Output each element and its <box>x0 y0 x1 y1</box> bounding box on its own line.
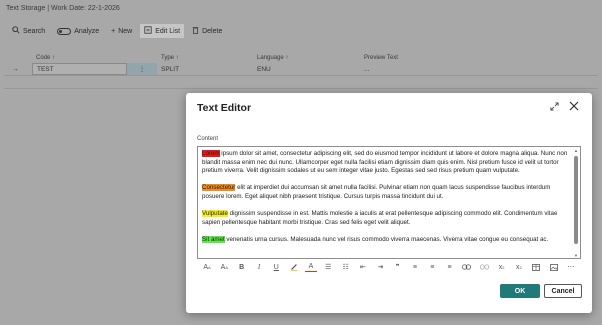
ok-button[interactable]: OK <box>500 284 540 298</box>
quote-icon[interactable]: ❞ <box>392 262 404 272</box>
superscript-icon[interactable]: x2 <box>496 262 508 272</box>
scroll-up-icon[interactable]: ▲ <box>574 149 578 153</box>
column-header-type[interactable]: Type ↑ <box>157 55 253 61</box>
column-header-preview-text[interactable]: Preview Text <box>360 55 598 61</box>
cell-code[interactable]: TEST <box>32 63 127 75</box>
highlighted-word: Sit amet <box>202 235 225 243</box>
cell-type[interactable]: SPLIT <box>157 66 253 73</box>
plus-icon: + <box>111 27 116 35</box>
paragraph-text: elit at imperdiet dui accumsan sit amet … <box>202 184 551 200</box>
font-size-icon[interactable]: AA <box>201 262 213 272</box>
paragraph-text: dignissim suspendisse in est. Mattis mol… <box>202 210 558 226</box>
cell-preview-text[interactable]: ... <box>360 66 598 73</box>
subscript-icon[interactable]: x2 <box>513 262 525 272</box>
delete-button[interactable]: Delete <box>188 24 226 38</box>
dialog-title-actions <box>548 100 580 112</box>
more-icon[interactable]: ⋯ <box>565 262 577 272</box>
paragraph-1: Lorem ipsum dolor sit amet, consectetur … <box>202 150 574 176</box>
paragraph-3: Vulputate dignissim suspendisse in est. … <box>202 210 574 227</box>
grid-header: Code ↑ Type ↑ Language ↑ Preview Text <box>4 52 598 63</box>
highlighted-word: Lorem <box>202 150 220 157</box>
outdent-icon[interactable]: ⇤ <box>357 262 369 272</box>
content-field-label: Content <box>197 136 219 142</box>
cell-language[interactable]: ENU <box>253 66 360 73</box>
search-label: Search <box>23 27 46 35</box>
font-color-icon[interactable]: A <box>304 262 317 272</box>
edit-list-label: Edit List <box>155 27 181 35</box>
trash-icon <box>192 26 199 36</box>
dialog-footer: OK Cancel <box>186 280 592 313</box>
dialog-title: Text Editor <box>197 102 252 114</box>
table-row[interactable]: → TEST ⋮ SPLIT ENU ... <box>4 63 598 76</box>
table-row-empty[interactable] <box>4 76 598 89</box>
indent-icon[interactable]: ⇥ <box>374 262 386 272</box>
page-title: Text Storage | Work Date: 22-1-2026 <box>6 5 120 12</box>
highlighted-word: Consectetur <box>202 184 236 192</box>
highlight-pen-icon[interactable] <box>288 262 300 272</box>
paragraph-text: ipsum dolor sit amet, consectetur adipis… <box>202 150 568 175</box>
scroll-down-icon[interactable]: ▼ <box>574 254 578 258</box>
search-button[interactable]: Search <box>8 24 49 38</box>
table-icon[interactable] <box>530 262 542 272</box>
formatting-toolbar: AA AA B I U A ☰ ☷ ⇤ ⇥ ❞ ≡ ≡ ≡ x2 x2 ⋯ <box>197 261 581 273</box>
expand-icon[interactable] <box>548 100 560 112</box>
bold-icon[interactable]: B <box>236 262 248 272</box>
editor-scrollbar[interactable]: ▲ ▼ <box>574 149 578 258</box>
action-bar: Search Analyze + New Edit List Delete <box>0 23 602 39</box>
editor-content-area[interactable]: Lorem ipsum dolor sit amet, consectetur … <box>202 150 574 257</box>
unlink-icon[interactable] <box>478 262 490 272</box>
highlighted-word: Vulputate <box>202 210 228 218</box>
link-icon[interactable] <box>461 262 473 272</box>
image-icon[interactable] <box>548 262 560 272</box>
analyze-toggle[interactable]: Analyze <box>53 24 103 38</box>
column-header-language[interactable]: Language ↑ <box>253 55 360 61</box>
bullet-list-icon[interactable]: ☰ <box>322 262 334 272</box>
close-icon[interactable] <box>568 100 580 112</box>
paragraph-text: venenatis urna cursus. Malesuada nunc ve… <box>224 235 549 243</box>
paragraph-2: Consectetur elit at imperdiet dui accums… <box>202 184 574 201</box>
toggle-switch-icon <box>57 27 72 35</box>
analyze-label: Analyze <box>74 27 100 35</box>
align-center-icon[interactable]: ≡ <box>426 262 438 272</box>
content-rich-text-editor[interactable]: Lorem ipsum dolor sit amet, consectetur … <box>197 146 581 259</box>
column-header-code[interactable]: Code ↑ <box>32 55 127 61</box>
new-button[interactable]: + New <box>107 24 136 38</box>
italic-icon[interactable]: I <box>253 262 265 272</box>
edit-list-icon <box>144 26 152 36</box>
row-selector-arrow-icon[interactable]: → <box>4 66 32 73</box>
cancel-button[interactable]: Cancel <box>544 284 582 298</box>
text-editor-dialog: Text Editor Content Lorem ipsum dolor si… <box>186 93 592 313</box>
delete-label: Delete <box>202 27 223 35</box>
search-icon <box>12 26 20 36</box>
scrollbar-thumb[interactable] <box>574 156 578 244</box>
text-storage-list: Code ↑ Type ↑ Language ↑ Preview Text → … <box>4 52 598 89</box>
align-right-icon[interactable]: ≡ <box>444 262 456 272</box>
row-actions-menu-icon[interactable]: ⋮ <box>127 63 157 75</box>
edit-list-button[interactable]: Edit List <box>140 24 185 38</box>
new-label: New <box>118 27 133 35</box>
align-left-icon[interactable]: ≡ <box>409 262 421 272</box>
underline-icon[interactable]: U <box>270 262 282 272</box>
font-size-increase-icon[interactable]: AA <box>218 262 230 272</box>
numbered-list-icon[interactable]: ☷ <box>340 262 352 272</box>
paragraph-4: Sit amet venenatis urna cursus. Malesuad… <box>202 235 574 245</box>
